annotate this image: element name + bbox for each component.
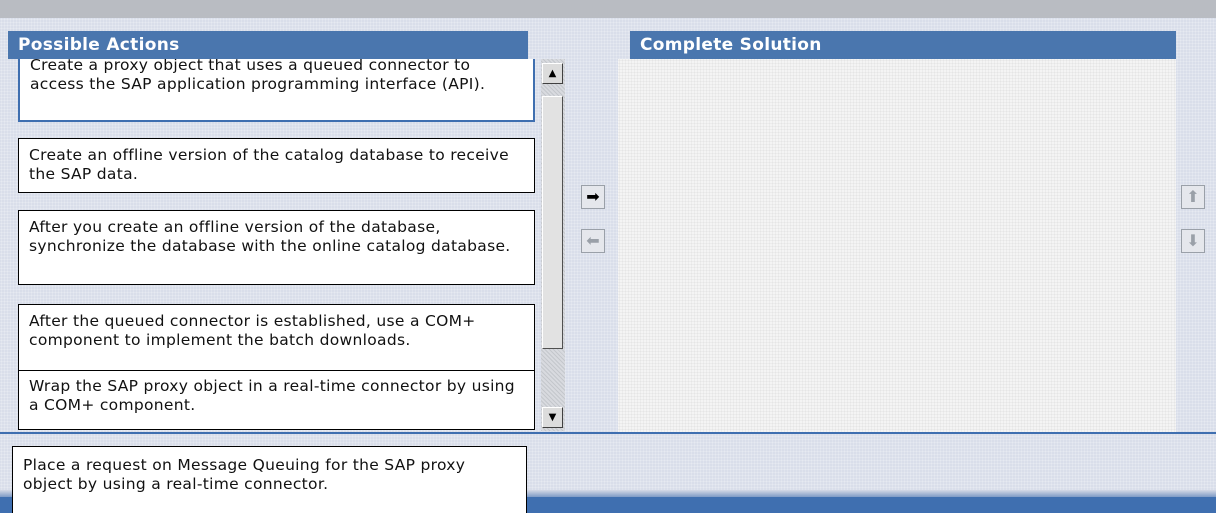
- dragged-action-item[interactable]: Place a request on Message Queuing for t…: [12, 446, 527, 513]
- action-item[interactable]: After you create an offline version of t…: [18, 210, 535, 285]
- action-item[interactable]: Create a proxy object that uses a queued…: [18, 59, 535, 122]
- action-item-text: Wrap the SAP proxy object in a real-time…: [29, 377, 515, 414]
- arrow-down-icon[interactable]: ⬇: [1181, 229, 1205, 253]
- scroll-down-icon[interactable]: ▼: [542, 407, 563, 428]
- possible-actions-title: Possible Actions: [18, 35, 180, 55]
- actions-scrollbar[interactable]: ▲ ▼: [541, 59, 565, 431]
- action-item[interactable]: Wrap the SAP proxy object in a real-time…: [18, 370, 535, 430]
- action-item-text: After the queued connector is establishe…: [29, 312, 476, 349]
- possible-actions-list[interactable]: Create a proxy object that uses a queued…: [8, 59, 538, 431]
- scrollbar-thumb[interactable]: [542, 96, 563, 349]
- arrow-left-icon[interactable]: ⬅: [581, 229, 605, 253]
- complete-solution-list[interactable]: [618, 59, 1176, 432]
- action-item-text: Create a proxy object that uses a queued…: [30, 59, 486, 93]
- action-item-text: Create an offline version of the catalog…: [29, 146, 509, 183]
- complete-solution-title: Complete Solution: [640, 35, 822, 55]
- complete-solution-header: Complete Solution: [630, 31, 1176, 59]
- action-item-text: After you create an offline version of t…: [29, 218, 511, 255]
- divider-line: [0, 432, 1216, 434]
- window-top-strip: [0, 0, 1216, 19]
- dragged-action-text: Place a request on Message Queuing for t…: [23, 456, 466, 493]
- action-item[interactable]: Create an offline version of the catalog…: [18, 138, 535, 193]
- arrow-up-icon[interactable]: ⬆: [1181, 185, 1205, 209]
- arrow-right-icon[interactable]: ➡: [581, 185, 605, 209]
- action-item[interactable]: After the queued connector is establishe…: [18, 304, 535, 374]
- possible-actions-header: Possible Actions: [8, 31, 528, 59]
- scroll-up-icon[interactable]: ▲: [542, 63, 563, 84]
